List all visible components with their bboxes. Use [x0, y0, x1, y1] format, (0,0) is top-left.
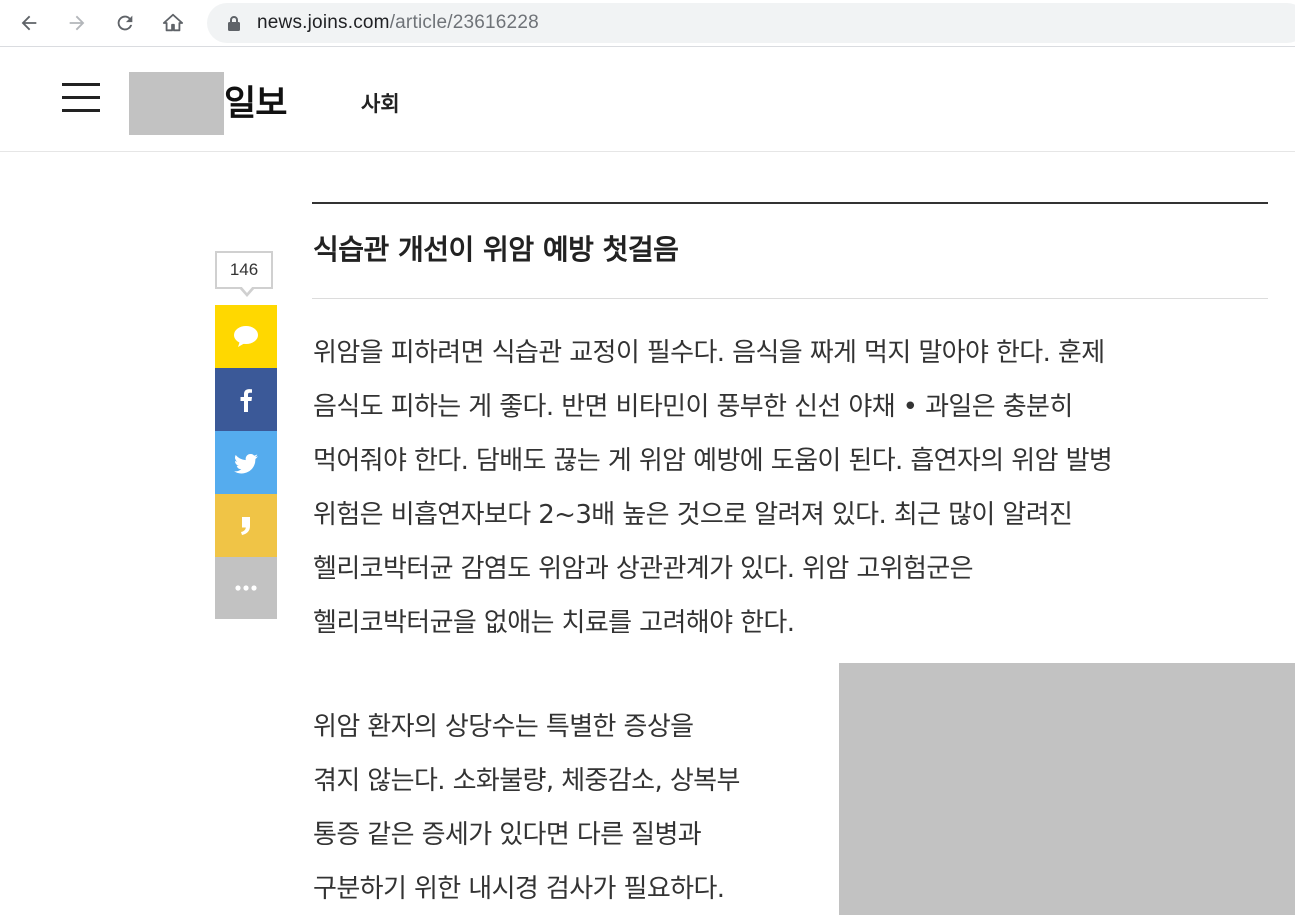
forward-button[interactable]: [60, 6, 94, 40]
site-header: 일보 사회: [0, 47, 1295, 152]
paragraph-line: 먹어줘야 한다. 담배도 끊는 게 위암 예방에 도움이 된다. 흡연자의 위암…: [313, 446, 1113, 476]
reload-button[interactable]: [108, 6, 142, 40]
paragraph-line: 위암 환자의 상당수는 특별한 증상을: [313, 712, 694, 742]
address-bar[interactable]: news.joins.com/article/23616228: [207, 3, 1295, 43]
twitter-icon: [234, 453, 258, 473]
kakaostory-share-button[interactable]: [215, 494, 277, 557]
back-arrow-icon: [21, 15, 37, 31]
share-count: 146: [215, 251, 273, 297]
paragraph-line: 구분하기 위한 내시경 검사가 필요하다.: [313, 874, 725, 904]
article-subheading: 식습관 개선이 위암 예방 첫걸음: [313, 233, 679, 266]
hamburger-icon: [62, 83, 100, 86]
article-paragraph-2: 위암 환자의 상당수는 특별한 증상을 겪지 않는다. 소화불량, 체중감소, …: [313, 700, 740, 916]
article-image[interactable]: [839, 663, 1295, 915]
kakaostory-icon: [241, 516, 250, 535]
more-share-button[interactable]: [215, 557, 277, 619]
forward-arrow-icon: [69, 15, 85, 31]
logo-image[interactable]: [129, 72, 224, 135]
paragraph-line: 헬리코박터균 감염도 위암과 상관관계가 있다. 위암 고위험군은: [313, 554, 974, 584]
paragraph-line: 위험은 비흡연자보다 2~3배 높은 것으로 알려져 있다. 최근 많이 알려진: [313, 500, 1073, 530]
facebook-share-button[interactable]: [215, 368, 277, 431]
lock-icon: [228, 16, 240, 31]
reload-icon: [117, 15, 133, 31]
back-button[interactable]: [12, 6, 46, 40]
paragraph-line: 통증 같은 증세가 있다면 다른 질병과: [313, 820, 702, 850]
article-top-divider: [312, 202, 1268, 204]
paragraph-line: 헬리코박터균을 없애는 치료를 고려해야 한다.: [313, 608, 795, 638]
logo-text[interactable]: 일보: [224, 75, 287, 126]
url-text: news.joins.com/article/23616228: [257, 12, 539, 34]
kakaotalk-share-button[interactable]: [215, 305, 277, 368]
subheading-divider: [312, 298, 1268, 299]
twitter-share-button[interactable]: [215, 431, 277, 494]
facebook-icon: [240, 388, 252, 412]
home-button[interactable]: [156, 6, 190, 40]
paragraph-line: 겪지 않는다. 소화불량, 체중감소, 상복부: [313, 766, 740, 796]
paragraph-line: 위암을 피하려면 식습관 교정이 필수다. 음식을 짜게 먹지 말아야 한다. …: [313, 338, 1105, 368]
more-icon: [235, 585, 257, 591]
menu-button[interactable]: [62, 83, 100, 113]
speech-bubble-icon: [234, 325, 258, 347]
article-paragraph-1: 위암을 피하려면 식습관 교정이 필수다. 음식을 짜게 먹지 말아야 한다. …: [313, 326, 1113, 650]
browser-toolbar: news.joins.com/article/23616228: [0, 0, 1295, 47]
section-link[interactable]: 사회: [361, 88, 400, 118]
paragraph-line: 음식도 피하는 게 좋다. 반면 비타민이 풍부한 신선 야채 • 과일은 충분…: [313, 392, 1073, 422]
home-icon: [162, 13, 184, 32]
url-host: news.joins.com: [257, 12, 390, 33]
url-path: /article/23616228: [389, 12, 539, 33]
